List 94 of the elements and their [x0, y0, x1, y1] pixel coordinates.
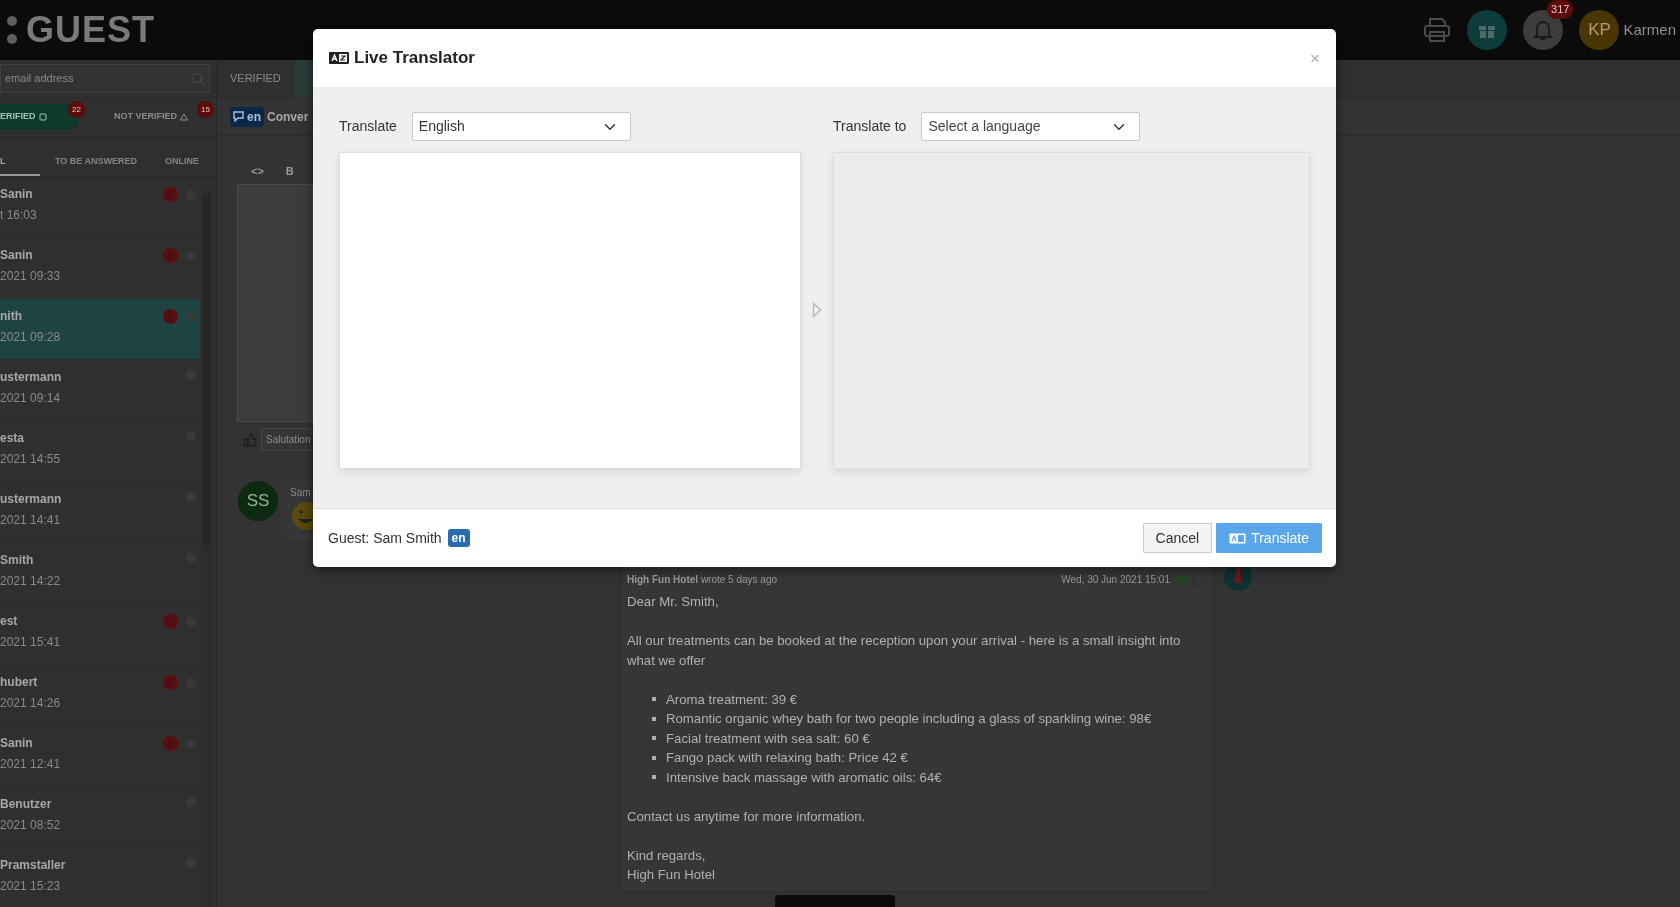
field-label: Translate to	[833, 117, 907, 136]
guest-name: hubert	[0, 675, 39, 689]
status-label: VERIFIED	[230, 71, 281, 87]
guest-name: esta	[0, 431, 26, 445]
conversation-item[interactable]: Sanin 2021 12:41	[0, 726, 200, 787]
message-time: 2021 14:55	[0, 452, 62, 466]
toolbar-button[interactable]: <>	[251, 162, 264, 180]
message-text: High Fun Hotel	[627, 866, 716, 884]
printer-icon[interactable]	[1423, 17, 1452, 43]
language-select[interactable]: English	[411, 112, 631, 141]
warning-icon	[180, 113, 188, 121]
message-editor[interactable]	[237, 184, 313, 422]
notification-count: 317	[1547, 0, 1574, 19]
arrow-right-icon	[812, 302, 822, 318]
quick-reply-button[interactable]: Salutation	[261, 428, 316, 451]
smiley-icon	[290, 500, 313, 530]
guest-name: Sanin	[0, 736, 34, 750]
conversation-item[interactable]: nith 2021 09:28	[0, 299, 200, 360]
conversation-item[interactable]: Smith 2021 14:22	[0, 543, 200, 604]
message-text: Contact us anytime for more information.	[627, 807, 867, 826]
conversation-item[interactable]: ustermann 2021 09:14	[0, 360, 200, 421]
message-time: 2021 08:52	[0, 818, 62, 832]
message-time: 2021 15:41	[0, 635, 62, 649]
conversation-title: Conver	[267, 108, 309, 126]
list-tab[interactable]: TO BE ANSWERED	[40, 154, 152, 176]
conversation-item[interactable]: ustermann 2021 14:41	[0, 482, 200, 543]
message-time: 2021 09:14	[0, 391, 62, 405]
filter-tab[interactable]: NOT VERIFIED	[114, 104, 198, 130]
language-badge: en	[447, 529, 470, 547]
user-avatar[interactable]: KP	[1579, 10, 1620, 50]
guest-name: Benutzer	[0, 797, 53, 811]
message-time: 2021 09:28	[0, 330, 62, 344]
logo: GUEST	[26, 12, 155, 48]
message-time: 2021 09:33	[0, 269, 62, 283]
list-item-text: Romantic organic whey bath for two people including a glass of sparkling wine: 98€	[666, 710, 1152, 728]
guest-name: Pramstaller	[0, 858, 67, 872]
author-name: Sam	[290, 486, 312, 500]
conversation-item[interactable]: hubert 2021 14:26	[0, 665, 200, 726]
bullet-icon	[652, 736, 656, 741]
count-badge: 15	[197, 101, 214, 118]
status-dot-icon	[186, 311, 196, 322]
conversation-item[interactable]: esta 2021 14:55	[0, 421, 200, 482]
guest-name: ustermann	[0, 492, 63, 506]
floating-toolbar[interactable]	[775, 895, 895, 907]
bullet-icon	[652, 716, 656, 721]
guest-name: est	[0, 614, 19, 628]
conversation-item[interactable]: est 2021 15:41	[0, 604, 200, 665]
conversation-item[interactable]: Benutzer 2021 08:52	[0, 787, 200, 848]
bullet-icon	[652, 775, 656, 780]
guest-avatar: SS	[238, 481, 278, 521]
message-text: Dear Mr. Smith,	[627, 593, 720, 611]
message-date: Wed, 30 Jun 2021 15:01	[1061, 573, 1170, 587]
guest-name: Sanin	[0, 187, 34, 201]
message-text: Kind regards,	[627, 846, 707, 865]
guest-name: nith	[0, 309, 23, 323]
bullet-icon	[652, 755, 656, 760]
translate-icon	[328, 51, 350, 65]
message-text: All our treatments can be booked at the reception upon your arrival - here is a small insight into what we offer	[627, 632, 1182, 670]
translate-icon	[1229, 532, 1247, 544]
guest-name: Sanin	[0, 248, 34, 262]
list-tab[interactable]: ONLINE	[152, 154, 212, 176]
gift-button[interactable]	[1467, 10, 1508, 50]
bullet-icon	[652, 697, 656, 702]
source-text-field[interactable]	[339, 152, 801, 469]
message-header: High Fun Hotel wrote 5 days ago	[627, 573, 779, 587]
guest-label: Guest: Sam Smith	[328, 528, 442, 548]
message-time: 2021 15:23	[0, 879, 62, 893]
message-time: 2021 14:22	[0, 574, 62, 588]
list-item-text: Fango pack with relaxing bath: Price 42 €	[666, 749, 908, 767]
conversation-item[interactable]: Sanin t 16:03	[0, 177, 200, 238]
user-name[interactable]: Karmen	[1623, 18, 1676, 42]
message-time: 2021 12:41	[0, 757, 62, 771]
list-item-text: Intensive back massage with aromatic oils: 64€	[666, 768, 942, 787]
count-badge: 22	[68, 101, 85, 118]
field-label: Translate	[339, 117, 397, 136]
message-time: t 16:03	[0, 208, 38, 222]
list-item-text: Aroma treatment: 39 €	[666, 690, 798, 709]
search-placeholder: email address	[5, 71, 75, 87]
bell-icon	[1533, 19, 1554, 41]
conversation-item[interactable]: Pramstaller 2021 15:23	[0, 848, 200, 907]
guest-name: ustermann	[0, 370, 63, 384]
chat-icon	[233, 111, 245, 122]
guest-name: Smith	[0, 553, 35, 567]
search-field[interactable]: email address	[0, 64, 210, 93]
language-select[interactable]: Select a language	[921, 112, 1141, 141]
cancel-button[interactable]: Cancel	[1142, 523, 1213, 553]
toolbar-button[interactable]: B	[285, 162, 294, 180]
message-time: 2021 14:41	[0, 513, 62, 527]
logo-dots-icon	[6, 15, 18, 45]
language-badge: en	[230, 106, 264, 127]
list-item-text: Facial treatment with sea salt: 60 €	[666, 729, 870, 748]
message-time: 2021 14:26	[0, 696, 62, 710]
modal-title: Live Translator	[354, 47, 475, 70]
list-tab[interactable]: L	[0, 154, 40, 176]
